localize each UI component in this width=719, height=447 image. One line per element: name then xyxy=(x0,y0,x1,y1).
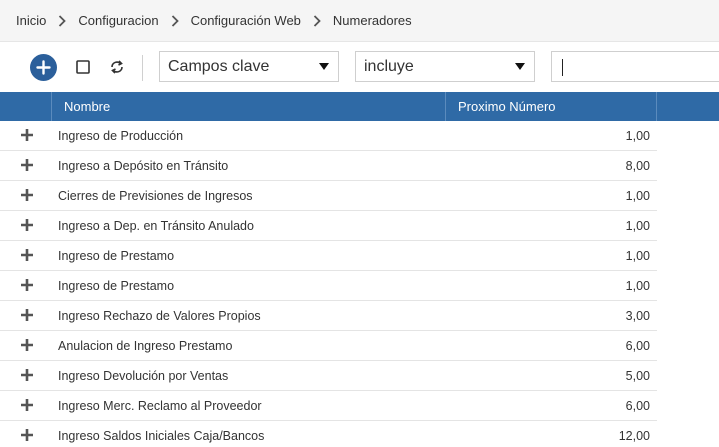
breadcrumb-configuracion[interactable]: Configuracion xyxy=(78,13,158,28)
operator-select-value: incluye xyxy=(364,57,414,75)
table-row[interactable]: Anulacion de Ingreso Prestamo 6,00 xyxy=(0,331,657,361)
refresh-button[interactable] xyxy=(108,58,126,76)
table-row[interactable]: Cierres de Previsiones de Ingresos 1,00 xyxy=(0,181,657,211)
expand-plus-icon[interactable] xyxy=(20,368,34,382)
cell-nombre: Anulacion de Ingreso Prestamo xyxy=(58,339,233,353)
breadcrumb-inicio[interactable]: Inicio xyxy=(16,13,46,28)
cell-proximo-numero: 8,00 xyxy=(625,159,650,173)
cell-nombre: Ingreso Devolución por Ventas xyxy=(58,369,229,383)
cell-nombre: Ingreso a Dep. en Tránsito Anulado xyxy=(58,219,254,233)
breadcrumb-configuracion-web[interactable]: Configuración Web xyxy=(191,13,301,28)
table-row[interactable]: Ingreso a Dep. en Tránsito Anulado 1,00 xyxy=(0,211,657,241)
chevron-right-icon xyxy=(171,14,179,27)
expand-plus-icon[interactable] xyxy=(20,308,34,322)
expand-plus-icon[interactable] xyxy=(20,278,34,292)
expand-plus-icon[interactable] xyxy=(20,428,34,442)
toolbar: Campos clave incluye xyxy=(0,42,719,92)
field-select-value: Campos clave xyxy=(168,57,270,75)
plus-circle-icon xyxy=(36,60,51,75)
text-cursor xyxy=(562,59,563,76)
expand-plus-icon[interactable] xyxy=(20,398,34,412)
expand-plus-icon[interactable] xyxy=(20,248,34,262)
table-row[interactable]: Ingreso a Depósito en Tránsito 8,00 xyxy=(0,151,657,181)
expand-plus-icon[interactable] xyxy=(20,158,34,172)
toolbar-divider xyxy=(142,55,143,81)
cell-proximo-numero: 3,00 xyxy=(625,309,650,323)
table-row[interactable]: Ingreso Merc. Reclamo al Proveedor 6,00 xyxy=(0,391,657,421)
table-row[interactable]: Ingreso Devolución por Ventas 5,00 xyxy=(0,361,657,391)
field-select[interactable]: Campos clave xyxy=(159,51,339,82)
grid-body: Ingreso de Producción 1,00 Ingreso a Depós… xyxy=(0,121,657,447)
caret-down-icon xyxy=(515,63,525,70)
table-row[interactable]: Ingreso Saldos Iniciales Caja/Bancos 12,0… xyxy=(0,421,657,447)
cell-nombre: Ingreso de Prestamo xyxy=(58,279,175,293)
cell-nombre: Ingreso Merc. Reclamo al Proveedor xyxy=(58,399,262,413)
cell-nombre: Ingreso de Prestamo xyxy=(58,249,175,263)
cell-proximo-numero: 12,00 xyxy=(618,429,650,443)
cell-proximo-numero: 6,00 xyxy=(625,399,650,413)
cell-nombre: Ingreso de Producción xyxy=(58,129,184,143)
cell-proximo-numero: 6,00 xyxy=(625,339,650,353)
operator-select[interactable]: incluye xyxy=(355,51,535,82)
breadcrumb: Inicio Configuracion Configuración Web N… xyxy=(0,0,719,42)
cell-proximo-numero: 1,00 xyxy=(625,129,650,143)
breadcrumb-numeradores: Numeradores xyxy=(332,13,412,28)
cell-nombre: Cierres de Previsiones de Ingresos xyxy=(58,189,253,203)
cell-nombre: Ingreso a Depósito en Tránsito xyxy=(58,159,229,173)
expand-plus-icon[interactable] xyxy=(20,188,34,202)
caret-down-icon xyxy=(319,63,329,70)
grid-header: Nombre Proximo Número xyxy=(0,92,719,121)
table-row[interactable]: Ingreso de Prestamo 1,00 xyxy=(0,271,657,301)
cell-nombre: Ingreso Saldos Iniciales Caja/Bancos xyxy=(58,429,265,443)
table-row[interactable]: Ingreso Rechazo de Valores Propios 3,00 xyxy=(0,301,657,331)
expand-plus-icon[interactable] xyxy=(20,338,34,352)
refresh-icon xyxy=(111,60,123,74)
checkbox-icon xyxy=(76,60,90,74)
chevron-right-icon xyxy=(313,14,321,27)
add-button[interactable] xyxy=(30,54,57,81)
table-row[interactable]: Ingreso de Prestamo 1,00 xyxy=(0,241,657,271)
expand-plus-icon[interactable] xyxy=(20,218,34,232)
search-input[interactable] xyxy=(551,51,719,82)
cell-proximo-numero: 1,00 xyxy=(625,279,650,293)
expand-plus-icon[interactable] xyxy=(20,128,34,142)
column-header-nombre[interactable]: Nombre xyxy=(52,92,446,121)
cell-nombre: Ingreso Rechazo de Valores Propios xyxy=(58,309,261,323)
cell-proximo-numero: 5,00 xyxy=(625,369,650,383)
chevron-right-icon xyxy=(58,14,67,27)
column-header-proximo-numero[interactable]: Proximo Número xyxy=(446,92,657,121)
cell-proximo-numero: 1,00 xyxy=(625,219,650,233)
table-row[interactable]: Ingreso de Producción 1,00 xyxy=(0,121,657,151)
select-all-checkbox[interactable] xyxy=(74,58,92,76)
cell-proximo-numero: 1,00 xyxy=(625,249,650,263)
expand-column-header xyxy=(0,92,52,121)
cell-proximo-numero: 1,00 xyxy=(625,189,650,203)
